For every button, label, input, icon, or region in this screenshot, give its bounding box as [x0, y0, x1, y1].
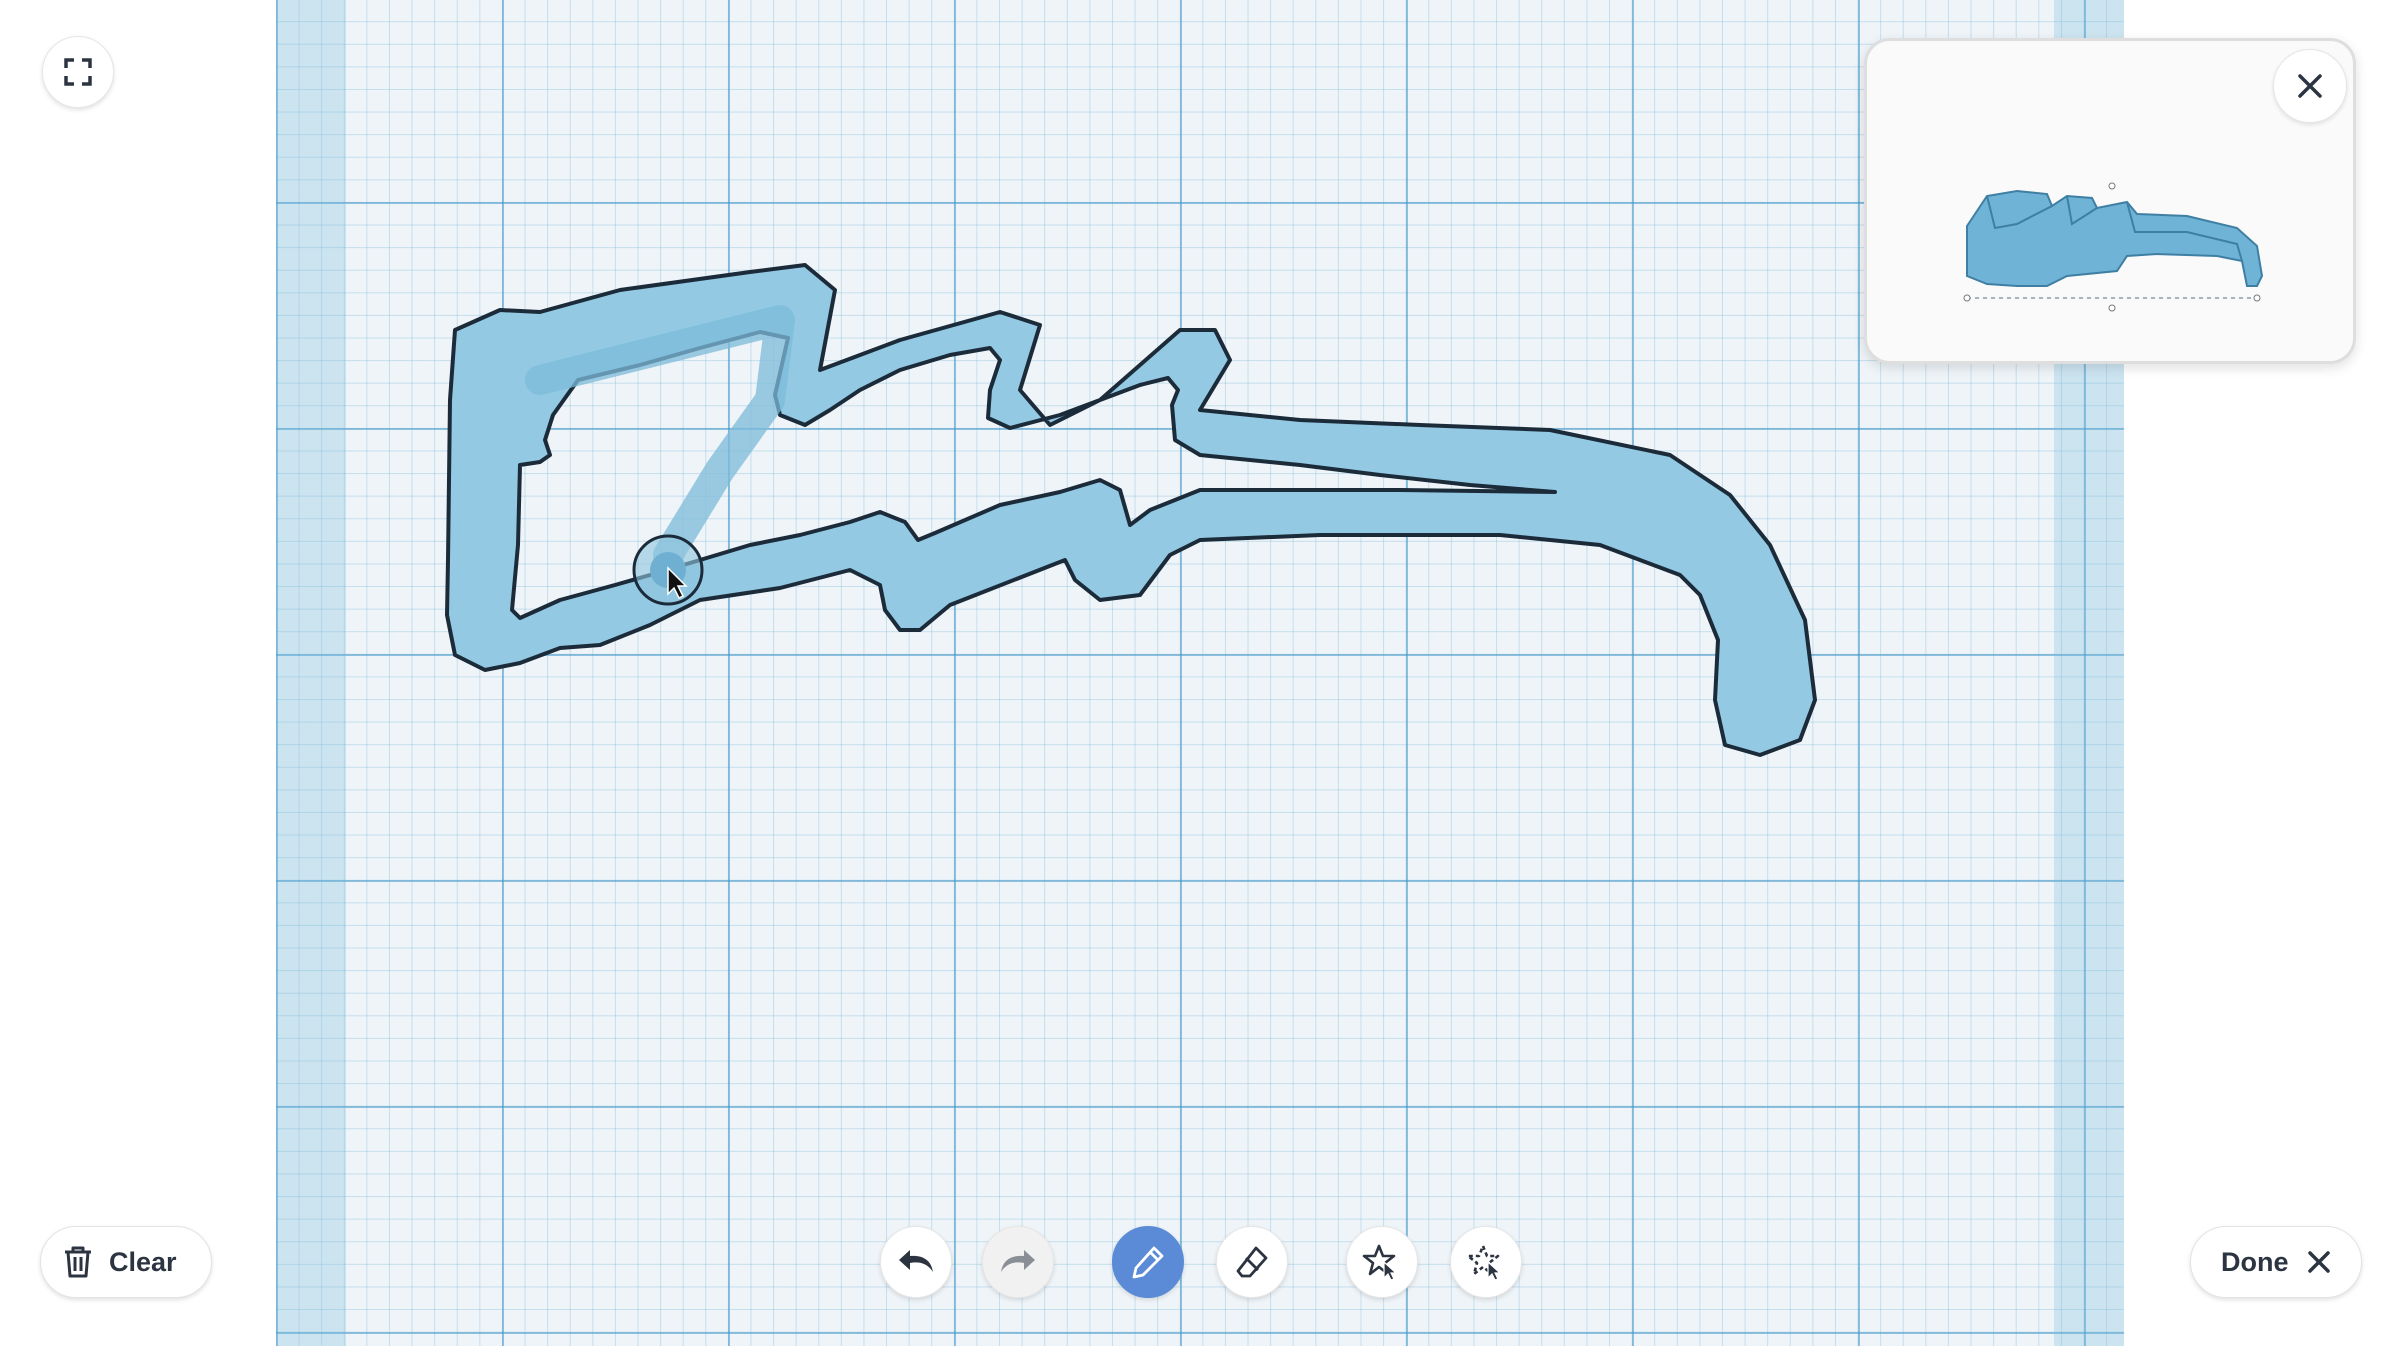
pencil-icon	[1132, 1246, 1164, 1279]
fullscreen-button[interactable]	[42, 36, 114, 108]
shape-select-tool-button[interactable]	[1346, 1226, 1418, 1298]
eraser-icon	[1236, 1246, 1268, 1278]
shape-cut-tool-button[interactable]	[1450, 1226, 1522, 1298]
clear-label: Clear	[109, 1246, 177, 1277]
trash-icon	[65, 1246, 91, 1278]
close-icon	[2307, 1251, 2330, 1273]
3d-preview-panel	[1864, 38, 2356, 364]
done-label: Done	[2221, 1246, 2289, 1277]
clear-button[interactable]: Clear	[40, 1226, 212, 1298]
brush-cursor-icon	[632, 534, 704, 606]
pencil-tool-button[interactable]	[1112, 1226, 1184, 1298]
undo-arrow-icon	[899, 1250, 933, 1272]
undo-button[interactable]	[880, 1226, 952, 1298]
close-icon	[2298, 74, 2322, 98]
fullscreen-icon	[64, 58, 92, 86]
done-button[interactable]: Done	[2190, 1226, 2362, 1298]
eraser-tool-button[interactable]	[1216, 1226, 1288, 1298]
star-pointer-icon	[1362, 1244, 1398, 1281]
redo-button[interactable]	[982, 1226, 1054, 1298]
star-dashed-icon	[1466, 1244, 1502, 1281]
3d-model-preview	[1963, 182, 2264, 312]
preview-close-button[interactable]	[2273, 49, 2347, 123]
redo-arrow-icon	[1001, 1250, 1035, 1272]
